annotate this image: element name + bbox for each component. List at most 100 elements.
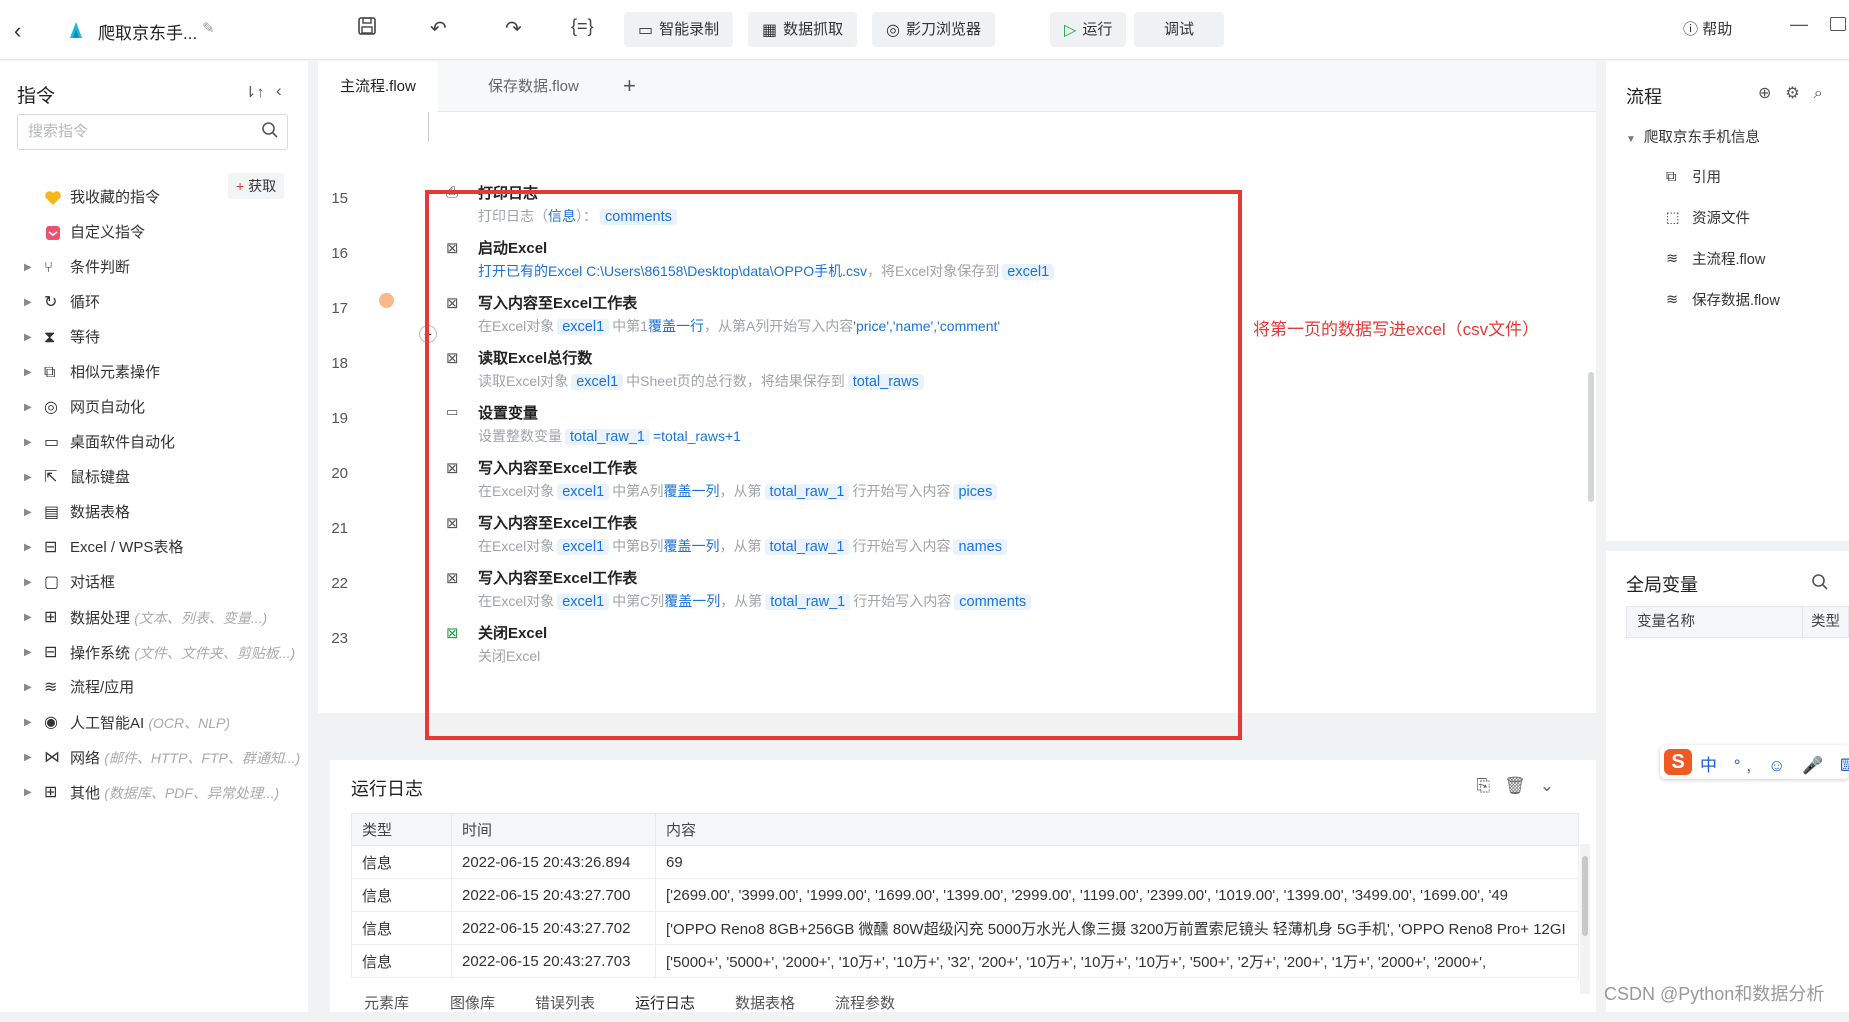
add-flow-icon[interactable]: ⊕ bbox=[1758, 85, 1785, 102]
tab-main-flow[interactable]: 主流程.flow bbox=[318, 61, 438, 112]
command-dialog[interactable]: ▶ ▢ 对话框 bbox=[0, 566, 308, 600]
document-icon: ▤ bbox=[44, 504, 60, 521]
line-number: 16 bbox=[331, 245, 348, 262]
collapse-left-icon[interactable]: ‹ bbox=[276, 81, 282, 101]
command-desktop-automation[interactable]: ▶ ▭ 桌面软件自动化 bbox=[0, 426, 308, 460]
editor-scrollbar[interactable] bbox=[1588, 372, 1594, 502]
line-number: 22 bbox=[331, 575, 348, 592]
search-icon[interactable] bbox=[261, 121, 279, 139]
expand-arrow-icon: ▼ bbox=[1626, 134, 1636, 145]
flow-panel-title: 流程 bbox=[1626, 87, 1662, 107]
log-col-content: 内容 bbox=[655, 813, 1579, 846]
folder-icon: ⬚ bbox=[1666, 210, 1680, 227]
tree-item-save-flow[interactable]: ≋ 保存数据.flow bbox=[1666, 289, 1780, 310]
tree-item-main-flow[interactable]: ≋ 主流程.flow bbox=[1666, 248, 1765, 269]
command-wait[interactable]: ▶ ⧗ 等待 bbox=[0, 321, 308, 355]
command-custom[interactable]: 自定义指令 bbox=[0, 216, 308, 250]
tab-run-log[interactable]: 运行日志 bbox=[635, 992, 695, 1013]
run-button[interactable]: ▷ 运行 bbox=[1050, 12, 1127, 47]
tree-item-resources[interactable]: ⬚ 资源文件 bbox=[1666, 207, 1750, 228]
add-tab-icon[interactable]: + bbox=[623, 73, 636, 99]
bottom-tabs: 元素库 图像库 错误列表 运行日志 数据表格 流程参数 bbox=[330, 992, 1596, 1022]
command-loop[interactable]: ▶ ↻ 循环 bbox=[0, 286, 308, 320]
command-data-table[interactable]: ▶ ▤ 数据表格 bbox=[0, 496, 308, 530]
smart-record-button[interactable]: ▭ 智能录制 bbox=[624, 12, 734, 47]
command-condition[interactable]: ▶ ⑂ 条件判断 bbox=[0, 251, 308, 285]
global-variables-title: 全局变量 bbox=[1626, 575, 1698, 595]
breakpoint-dot[interactable] bbox=[379, 293, 394, 308]
log-scrollbar[interactable] bbox=[1580, 844, 1590, 994]
tree-root[interactable]: ▼ 爬取京东手机信息 bbox=[1626, 126, 1760, 147]
command-panel: 指令 ⇂↑ ‹ 我收藏的指令 自定义指令 + 获取 ▶⑂条件判断 ▶↻循环 ▶⧗… bbox=[0, 61, 308, 1012]
help-button[interactable]: ⓘ 帮助 bbox=[1683, 18, 1732, 39]
expand-arrow-icon: ▶ bbox=[24, 402, 32, 413]
panel-divider bbox=[1606, 541, 1849, 551]
command-network[interactable]: ▶ ⋈ 网络 (邮件、HTTP、FTP、群通知...) bbox=[0, 741, 308, 775]
command-data-processing[interactable]: ▶ ⊞ 数据处理 (文本、列表、变量...) bbox=[0, 601, 308, 635]
minimize-icon[interactable]: — bbox=[1790, 14, 1808, 35]
video-icon: ▭ bbox=[638, 21, 654, 39]
play-icon: ▷ bbox=[1064, 21, 1077, 39]
command-os[interactable]: ▶ ⊟ 操作系统 (文件、文件夹、剪贴板...) bbox=[0, 636, 308, 670]
expand-arrow-icon: ▶ bbox=[24, 332, 32, 343]
search-icon[interactable] bbox=[1811, 573, 1829, 591]
sort-icon[interactable]: ⇂↑ bbox=[244, 83, 264, 101]
branch-icon: ⑂ bbox=[44, 259, 54, 276]
expand-arrow-icon: ▶ bbox=[24, 262, 32, 273]
browser-button[interactable]: ◎ 影刀浏览器 bbox=[872, 12, 995, 47]
expand-arrow-icon: ▶ bbox=[24, 612, 32, 623]
tab-image-library[interactable]: 图像库 bbox=[450, 992, 495, 1013]
log-table: 类型 时间 内容 信息 2022-06-15 20:43:26.894 69 信息 2… bbox=[351, 813, 1579, 978]
debug-button[interactable]: 调试 bbox=[1134, 12, 1225, 47]
command-similar-elements[interactable]: ▶ ⧉ 相似元素操作 bbox=[0, 356, 308, 390]
browser-icon: ◎ bbox=[886, 21, 900, 39]
command-ai[interactable]: ▶ ◉ 人工智能AI (OCR、NLP) bbox=[0, 706, 308, 740]
tab-element-library[interactable]: 元素库 bbox=[364, 992, 409, 1013]
log-scroll-thumb[interactable] bbox=[1582, 856, 1588, 936]
expand-arrow-icon: ▶ bbox=[24, 437, 32, 448]
copy-elements-icon: ⧉ bbox=[44, 364, 56, 381]
excel-icon: ⊟ bbox=[44, 539, 58, 556]
code-view-icon[interactable]: {=} bbox=[571, 16, 594, 37]
table-row[interactable]: 信息 2022-06-15 20:43:27.700 ['2699.00', '39… bbox=[351, 878, 1579, 912]
expand-arrow-icon: ▶ bbox=[24, 542, 32, 553]
tab-flow-params[interactable]: 流程参数 bbox=[835, 992, 895, 1013]
expand-arrow-icon: ▶ bbox=[24, 752, 32, 763]
indent-guide bbox=[428, 112, 429, 142]
export-icon[interactable]: ⎘ bbox=[1477, 776, 1505, 795]
command-search-input[interactable] bbox=[28, 115, 248, 147]
tab-data-table[interactable]: 数据表格 bbox=[735, 992, 795, 1013]
table-row[interactable]: 信息 2022-06-15 20:43:26.894 69 bbox=[351, 845, 1579, 879]
edit-title-icon[interactable]: ✎ bbox=[202, 19, 215, 37]
tree-item-reference[interactable]: ⧉ 引用 bbox=[1666, 166, 1721, 187]
data-capture-button[interactable]: ▦ 数据抓取 bbox=[748, 12, 858, 47]
command-web-automation[interactable]: ▶ ◎ 网页自动化 bbox=[0, 391, 308, 425]
watermark: CSDN @Python和数据分析 bbox=[1604, 984, 1825, 1004]
maximize-icon[interactable] bbox=[1830, 17, 1846, 31]
expand-arrow-icon: ▶ bbox=[24, 577, 32, 588]
command-mouse-keyboard[interactable]: ▶ ⇱ 鼠标键盘 bbox=[0, 461, 308, 495]
reference-icon: ⧉ bbox=[1666, 169, 1677, 186]
tab-error-list[interactable]: 错误列表 bbox=[535, 992, 595, 1013]
undo-icon[interactable]: ↶ bbox=[430, 16, 447, 41]
search-icon[interactable]: ⌕ bbox=[1814, 85, 1837, 102]
expand-arrow-icon: ▶ bbox=[24, 367, 32, 378]
line-number: 19 bbox=[331, 410, 348, 427]
flow-title: 爬取京东手... bbox=[98, 24, 198, 43]
input-method-toolbar[interactable]: S 中 °, ☺ 🎤 ⌨ bbox=[1660, 745, 1849, 779]
trash-icon[interactable]: 🗑 bbox=[1504, 776, 1540, 795]
redo-icon[interactable]: ↷ bbox=[505, 16, 522, 41]
settings-icon[interactable]: ⚙ bbox=[1785, 85, 1813, 102]
table-row[interactable]: 信息 2022-06-15 20:43:27.702 ['OPPO Reno8 8G… bbox=[351, 911, 1579, 945]
heart-icon bbox=[45, 191, 61, 205]
command-excel-wps[interactable]: ▶ ⊟ Excel / WPS表格 bbox=[0, 531, 308, 565]
command-flow-app[interactable]: ▶ ≋ 流程/应用 bbox=[0, 671, 308, 705]
save-icon[interactable] bbox=[357, 16, 377, 42]
chevron-down-icon[interactable]: ⌄ bbox=[1540, 776, 1568, 795]
get-command-button[interactable]: + 获取 bbox=[228, 173, 285, 199]
back-icon[interactable]: ‹ bbox=[14, 18, 21, 44]
tab-save-flow[interactable]: 保存数据.flow bbox=[466, 61, 601, 112]
ai-icon: ◉ bbox=[44, 714, 58, 731]
table-row[interactable]: 信息 2022-06-15 20:43:27.703 ['5000+', '5000… bbox=[351, 944, 1579, 978]
command-other[interactable]: ▶ ⊞ 其他 (数据库、PDF、异常处理...) bbox=[0, 776, 308, 810]
